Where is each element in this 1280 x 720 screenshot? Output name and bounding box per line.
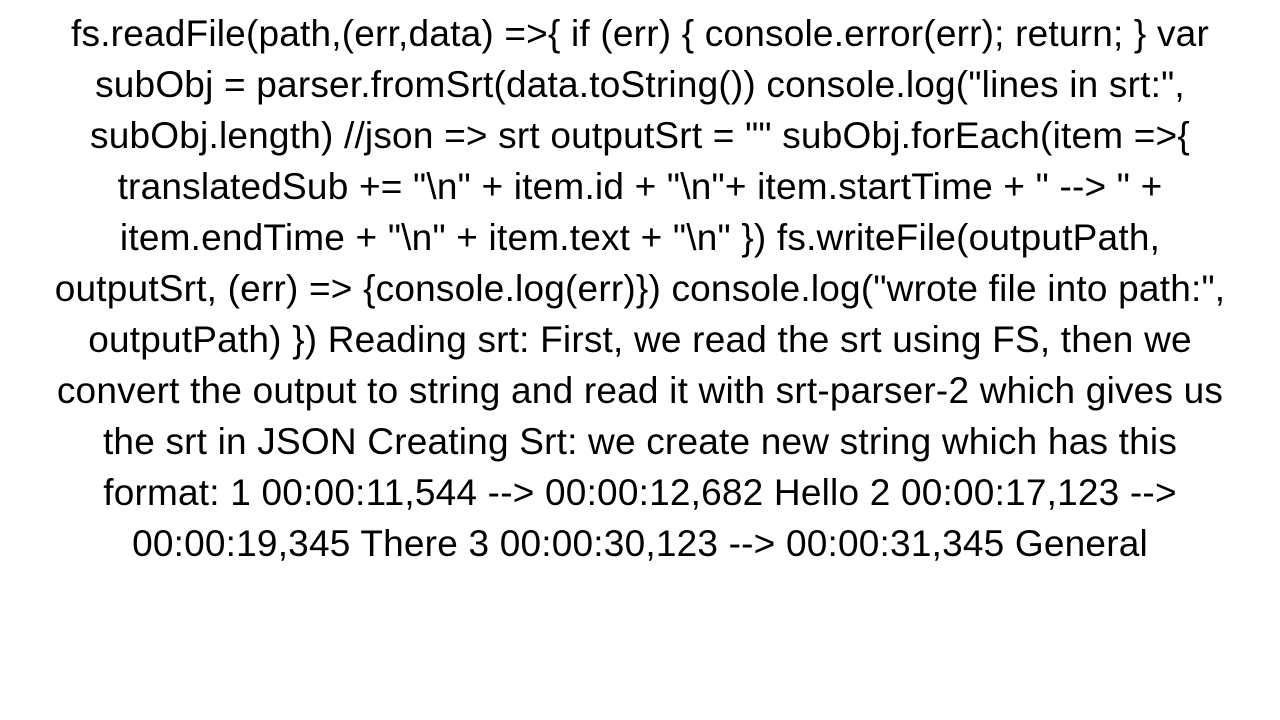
document-body: fs.readFile(path,(err,data) =>{ if (err)… [40,0,1240,570]
